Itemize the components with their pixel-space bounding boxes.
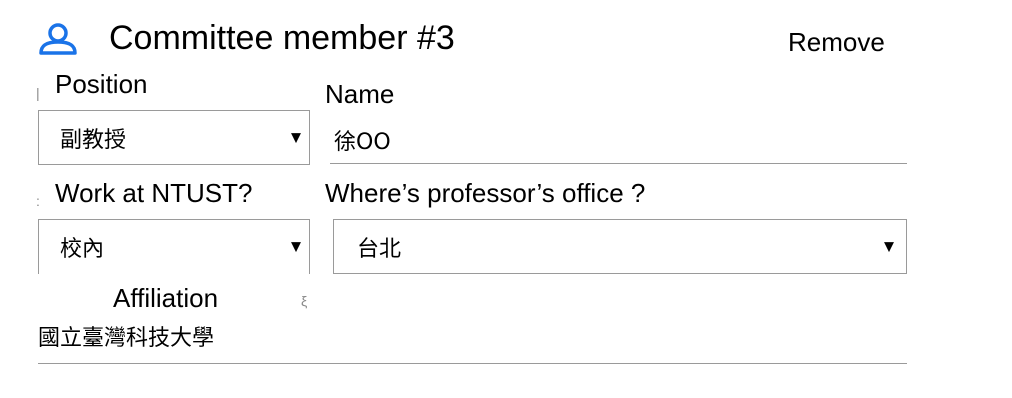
- chevron-down-icon: ▼: [291, 239, 301, 255]
- name-input[interactable]: 徐OO: [330, 112, 907, 164]
- chevron-down-icon: ▼: [291, 130, 301, 145]
- office-select[interactable]: 台北 ▼: [333, 219, 907, 274]
- work-at-ntust-value: 校內: [60, 237, 105, 262]
- name-value: 徐OO: [334, 130, 391, 155]
- remove-button[interactable]: Remove: [788, 26, 885, 58]
- office-label: Where’s professor’s office ?: [325, 178, 646, 208]
- position-select[interactable]: 副教授 ▼: [38, 110, 310, 165]
- office-value: 台北: [357, 236, 402, 262]
- affiliation-label: Affiliation: [113, 283, 219, 313]
- user-icon: [36, 22, 80, 56]
- clipped-mark: :: [36, 193, 40, 209]
- position-value: 副教授: [60, 127, 127, 153]
- name-label: Name: [325, 79, 395, 109]
- member-title: Committee member #3: [109, 19, 455, 57]
- chevron-down-icon: ▼: [884, 239, 894, 254]
- clipped-mark: |: [36, 85, 40, 101]
- clipped-mark: ξ: [301, 293, 308, 309]
- select-clip-mask: [39, 264, 302, 276]
- affiliation-input[interactable]: 國立臺灣科技大學: [38, 314, 907, 364]
- position-label: Position: [55, 69, 148, 99]
- work-at-ntust-label: Work at NTUST?: [55, 178, 253, 208]
- affiliation-value: 國立臺灣科技大學: [38, 326, 215, 351]
